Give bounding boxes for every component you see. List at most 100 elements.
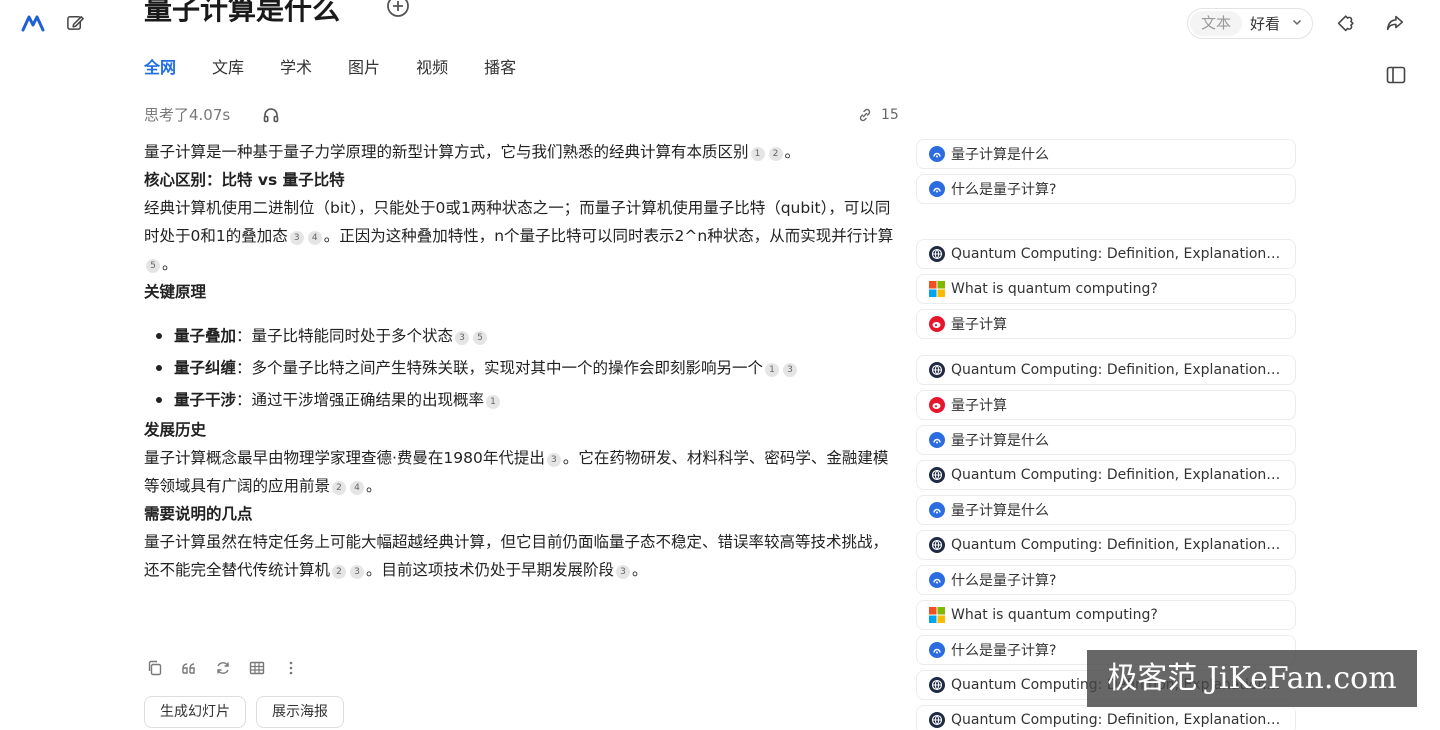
section-paragraph: 经典计算机使用二进制位（bit），只能处于0或1两种状态之一；而量子计算机使用量… — [144, 194, 900, 278]
punctuation: 。 — [162, 255, 178, 273]
paragraph-text: 。正因为这种叠加特性，n个量子比特可以同时表示2^n种状态，从而实现并行计算 — [323, 227, 894, 245]
share-icon[interactable] — [1384, 12, 1406, 34]
source-card[interactable]: 量子计算是什么 — [916, 495, 1296, 525]
citation-badge[interactable]: 3 — [546, 453, 561, 467]
search-scope-tabs: 全网 文库 学术 图片 视频 播客 — [144, 57, 552, 79]
source-count[interactable]: 15 — [857, 104, 899, 126]
source-title: 量子计算是什么 — [951, 503, 1049, 519]
source-card[interactable]: 量子计算是什么 — [916, 139, 1296, 169]
globe-icon — [929, 362, 945, 378]
source-title: 什么是量子计算? — [951, 643, 1057, 659]
citation-badge[interactable]: 1 — [765, 363, 780, 377]
citation-badge[interactable]: 3 — [616, 565, 631, 579]
app-logo[interactable] — [21, 13, 45, 33]
citation-badge[interactable]: 4 — [350, 481, 365, 495]
tab-all-web[interactable]: 全网 — [144, 57, 212, 79]
generate-slides-button[interactable]: 生成幻灯片 — [144, 696, 246, 728]
follow-up-actions: 生成幻灯片 展示海报 — [144, 696, 344, 728]
citation-badge[interactable]: 5 — [146, 259, 160, 273]
source-card[interactable]: What is quantum computing? — [916, 600, 1296, 630]
citation-badge[interactable]: 2 — [332, 565, 347, 579]
section-paragraph: 量子计算虽然在特定任务上可能大幅超越经典计算，但它目前仍面临量子态不稳定、错误率… — [144, 528, 900, 584]
weibo-icon — [929, 397, 945, 413]
source-card[interactable]: Quantum Computing: Definition, Explanati… — [916, 355, 1296, 385]
mode-selected-option[interactable]: 好看 — [1250, 13, 1280, 35]
baidu-icon — [929, 181, 945, 197]
section-heading: 需要说明的几点 — [144, 505, 253, 523]
toggle-sidebar-icon[interactable] — [1386, 66, 1406, 84]
source-title: 量子计算是什么 — [951, 147, 1049, 163]
tab-images[interactable]: 图片 — [348, 57, 416, 79]
source-card[interactable]: Quantum Computing: Definition, Explanati… — [916, 460, 1296, 490]
tab-video[interactable]: 视频 — [416, 57, 484, 79]
link-icon — [859, 108, 871, 122]
citation-badge[interactable]: 2 — [768, 147, 783, 161]
page-title: 量子计算是什么 — [144, 0, 341, 26]
section-paragraph: 量子计算概念最早由物理学家理查德·费曼在1980年代提出 3 。它在药物研发、材料科… — [144, 444, 900, 500]
globe-icon — [929, 246, 945, 262]
table-icon[interactable] — [248, 659, 266, 677]
citation-badge[interactable]: 5 — [473, 331, 488, 345]
new-chat-edit-icon[interactable] — [66, 13, 85, 32]
citation-badge[interactable]: 4 — [307, 231, 322, 245]
citation-badge[interactable]: 3 — [455, 331, 470, 345]
tab-library[interactable]: 文库 — [212, 57, 280, 79]
tab-podcast[interactable]: 播客 — [484, 57, 552, 79]
citation-badge[interactable]: 3 — [289, 231, 304, 245]
citation-badge[interactable]: 2 — [332, 481, 347, 495]
principles-list: 量子叠加：量子比特能同时处于多个状态 3 5 量子纠缠：多个量子比特之间产生特殊关联… — [144, 320, 900, 416]
source-card[interactable]: 什么是量子计算? — [916, 565, 1296, 595]
source-title: Quantum Computing: Definition, Explanati… — [951, 467, 1283, 483]
source-title: What is quantum computing? — [951, 281, 1158, 297]
copy-icon[interactable] — [146, 659, 164, 677]
punctuation: 。 — [784, 143, 801, 161]
source-title: 量子计算 — [951, 398, 1007, 414]
source-count-value: 15 — [881, 107, 899, 123]
punctuation: 。 — [632, 561, 648, 579]
add-circle-icon[interactable] — [386, 0, 410, 18]
citation-badge[interactable]: 1 — [486, 395, 501, 409]
source-title: 量子计算 — [951, 317, 1007, 333]
list-item-label: 量子叠加 — [174, 327, 237, 345]
baidu-icon — [929, 572, 945, 588]
source-card[interactable]: 量子计算 — [916, 309, 1296, 339]
list-item-label: 量子纠缠 — [174, 359, 237, 377]
section-heading: 关键原理 — [144, 283, 207, 301]
display-mode-switch[interactable]: 文本 好看 — [1187, 8, 1313, 39]
mode-text-option[interactable]: 文本 — [1190, 11, 1242, 36]
watermark: 极客范 JiKeFan.com — [1087, 650, 1417, 707]
answer-body: 量子计算是一种基于量子力学原理的新型计算方式，它与我们熟悉的经典计算有本质区别 1… — [144, 138, 900, 584]
baidu-icon — [929, 502, 945, 518]
citation-badge[interactable]: 3 — [350, 565, 365, 579]
answer-actions — [146, 659, 300, 677]
regenerate-icon[interactable] — [214, 659, 232, 677]
headphones-icon[interactable] — [262, 106, 280, 124]
citation-badge[interactable]: 3 — [783, 363, 798, 377]
globe-icon — [929, 537, 945, 553]
source-card[interactable]: 量子计算是什么 — [916, 425, 1296, 455]
source-card[interactable]: Quantum Computing: Definition, Explanati… — [916, 705, 1296, 730]
source-card[interactable]: 量子计算 — [916, 390, 1296, 420]
thinking-time[interactable]: 思考了4.07s — [144, 104, 230, 126]
list-item-text: ：多个量子比特之间产生特殊关联，实现对其中一个的操作会即刻影响另一个 — [236, 359, 764, 377]
tab-academic[interactable]: 学术 — [280, 57, 348, 79]
source-card[interactable]: 什么是量子计算? — [916, 174, 1296, 204]
citation-badge[interactable]: 1 — [750, 147, 765, 161]
source-card[interactable]: Quantum Computing: Definition, Explanati… — [916, 530, 1296, 560]
quote-icon[interactable] — [180, 659, 198, 677]
more-icon[interactable] — [282, 659, 300, 677]
section-heading: 核心区别：比特 vs 量子比特 — [144, 171, 345, 189]
source-title: Quantum Computing: Definition, Explanati… — [951, 712, 1283, 728]
show-poster-button[interactable]: 展示海报 — [256, 696, 344, 728]
plugin-icon[interactable] — [1336, 12, 1358, 34]
source-card[interactable]: What is quantum computing? — [916, 274, 1296, 304]
microsoft-icon — [929, 281, 945, 297]
source-card[interactable]: Quantum Computing: Definition, Explanati… — [916, 239, 1296, 269]
globe-icon — [929, 712, 945, 728]
source-title: 量子计算是什么 — [951, 433, 1049, 449]
weibo-icon — [929, 316, 945, 332]
source-title: 什么是量子计算? — [951, 573, 1057, 589]
punctuation: 。 — [366, 477, 382, 495]
list-item: 量子叠加：量子比特能同时处于多个状态 3 5 — [144, 320, 900, 352]
baidu-icon — [929, 146, 945, 162]
